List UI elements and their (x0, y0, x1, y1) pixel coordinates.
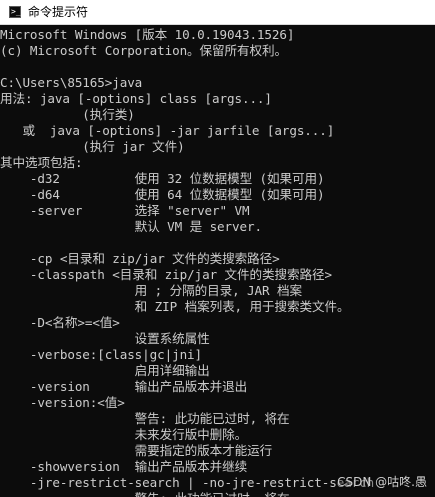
title-bar[interactable]: >_ 命令提示符 (0, 0, 435, 25)
console-output[interactable]: Microsoft Windows [版本 10.0.19043.1526] (c… (0, 27, 435, 497)
cmd-icon-glyph: >_ (11, 7, 21, 16)
console-line: 需要指定的版本才能运行 (0, 443, 273, 458)
console-line: (执行类) (0, 107, 135, 122)
console-line: -showversion 输出产品版本并继续 (0, 459, 248, 474)
console-line: 设置系统属性 (0, 331, 210, 346)
console-line: 警告: 此功能已过时, 将在 (0, 491, 290, 497)
console-line: 警告: 此功能已过时, 将在 (0, 411, 290, 426)
console-line: -D<名称>=<值> (0, 315, 120, 330)
console-line: (执行 jar 文件) (0, 139, 185, 154)
window-title: 命令提示符 (28, 5, 89, 19)
console-line: (c) Microsoft Corporation。保留所有权利。 (0, 43, 288, 58)
console-line: C:\Users\85165>java (0, 75, 143, 90)
console-line: -d32 使用 32 位数据模型 (如果可用) (0, 171, 325, 186)
console-line: -d64 使用 64 位数据模型 (如果可用) (0, 187, 325, 202)
console-line: -version 输出产品版本并退出 (0, 379, 248, 394)
console-line: -jre-restrict-search | -no-jre-restrict-… (0, 475, 375, 490)
console-line: 和 ZIP 档案列表, 用于搜索类文件。 (0, 299, 350, 314)
console-line: 用法: java [-options] class [args...] (0, 91, 272, 106)
console-line: 或 java [-options] -jar jarfile [args...] (0, 123, 335, 138)
console-line: 启用详细输出 (0, 363, 210, 378)
console-line: -server 选择 "server" VM (0, 203, 250, 218)
console-line: 未来发行版中删除。 (0, 427, 248, 442)
console-line: -cp <目录和 zip/jar 文件的类搜索路径> (0, 251, 280, 266)
console-line: 用 ; 分隔的目录, JAR 档案 (0, 283, 302, 298)
console-line: Microsoft Windows [版本 10.0.19043.1526] (0, 27, 295, 42)
watermark: CSDN @咕咚.愚 (336, 475, 428, 489)
cmd-icon: >_ (9, 6, 21, 18)
console-line: 其中选项包括: (0, 155, 83, 170)
console-line: -classpath <目录和 zip/jar 文件的类搜索路径> (0, 267, 332, 282)
console-line: 默认 VM 是 server. (0, 219, 262, 234)
console-line: -verbose:[class|gc|jni] (0, 347, 203, 362)
console-line: -version:<值> (0, 395, 125, 410)
